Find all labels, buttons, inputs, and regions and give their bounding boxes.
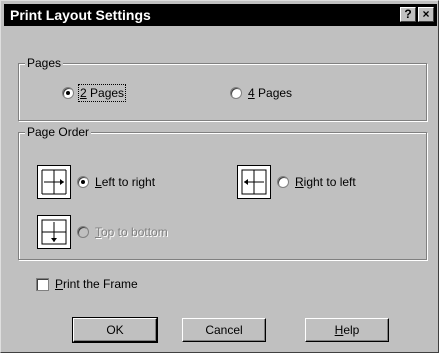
- four-pages-radio[interactable]: [230, 87, 242, 99]
- right-to-left-radio[interactable]: [277, 176, 289, 188]
- pages-legend: Pages: [25, 56, 64, 70]
- dialog-title: Print Layout Settings: [10, 7, 151, 23]
- top-to-bottom-preview: [37, 215, 71, 249]
- top-to-bottom-option[interactable]: Top to bottom: [77, 225, 168, 239]
- two-pages-label-rest: Pages: [86, 86, 125, 100]
- arrow-left-to-right-icon: [41, 169, 67, 195]
- four-pages-option[interactable]: 4 Pages: [230, 86, 292, 100]
- arrow-top-to-bottom-icon: [41, 219, 67, 245]
- cancel-button[interactable]: Cancel: [182, 318, 266, 342]
- page-order-legend: Page Order: [25, 125, 92, 139]
- close-button[interactable]: ×: [418, 7, 434, 22]
- ok-button[interactable]: OK: [72, 317, 158, 343]
- print-layout-dialog: Print Layout Settings ? × Pages 2 Pages …: [0, 0, 439, 353]
- right-to-left-option[interactable]: Right to left: [277, 175, 356, 189]
- top-to-bottom-label: Top to bottom: [95, 225, 168, 239]
- print-frame-label: Print the Frame: [55, 277, 138, 291]
- two-pages-radio[interactable]: [62, 87, 74, 99]
- title-bar: Print Layout Settings ? ×: [4, 4, 437, 26]
- right-to-left-label: Right to left: [295, 175, 356, 189]
- print-frame-checkbox[interactable]: [36, 278, 49, 291]
- arrow-right-to-left-icon: [241, 169, 267, 195]
- help-button[interactable]: Help: [305, 318, 389, 342]
- two-pages-option[interactable]: 2 Pages: [62, 84, 127, 102]
- page-order-groupbox: Page Order Left to right Right to left T…: [18, 125, 427, 260]
- left-to-right-label: Left to right: [95, 175, 156, 189]
- four-pages-label: 4 Pages: [248, 86, 293, 100]
- help-question-button[interactable]: ?: [400, 7, 416, 22]
- left-to-right-radio[interactable]: [77, 176, 89, 188]
- top-to-bottom-radio[interactable]: [77, 226, 89, 238]
- right-to-left-preview: [237, 165, 271, 199]
- two-pages-label: 2 Pages: [77, 84, 127, 102]
- left-to-right-option[interactable]: Left to right: [77, 175, 155, 189]
- left-to-right-preview: [37, 165, 71, 199]
- pages-groupbox: Pages 2 Pages 4 Pages: [18, 56, 427, 121]
